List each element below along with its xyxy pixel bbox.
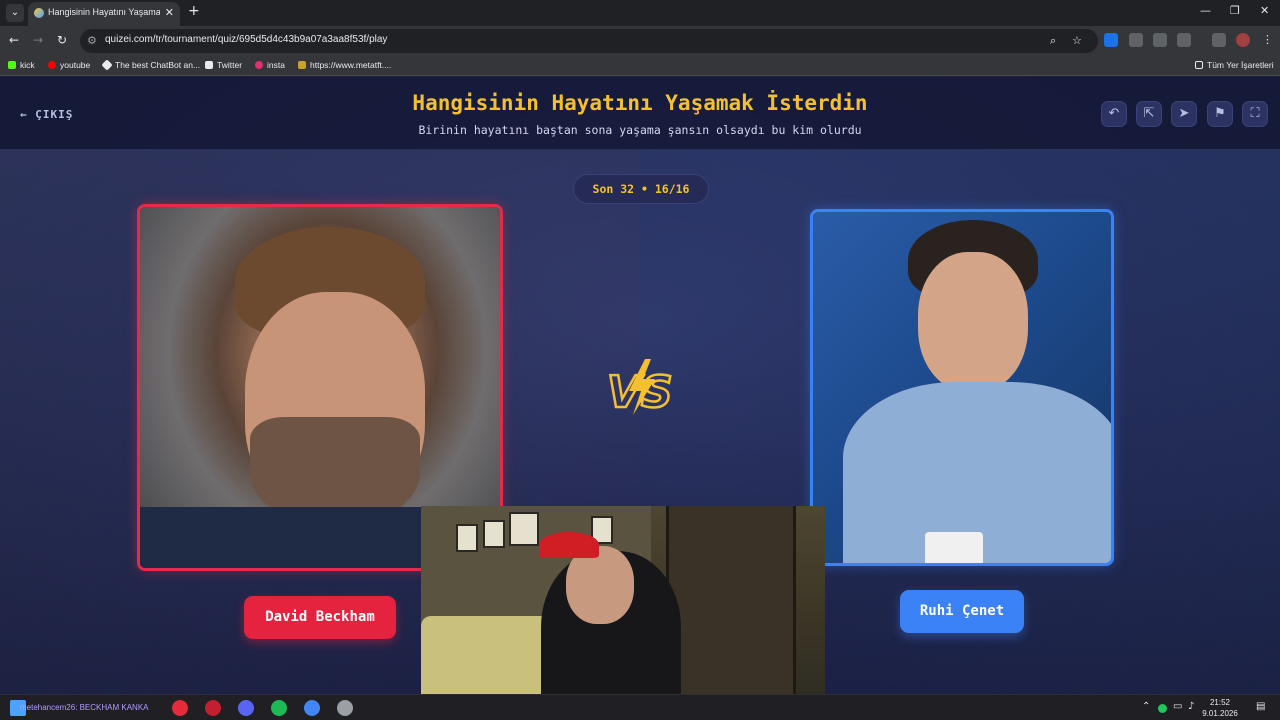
site-info-icon[interactable]: ⚙ <box>87 34 97 47</box>
clock-time: 21:52 <box>1209 698 1231 707</box>
bookmark-item[interactable]: insta <box>255 60 285 70</box>
webcam-overlay <box>421 506 825 720</box>
app-icon[interactable] <box>172 700 188 716</box>
opera-icon[interactable] <box>205 700 221 716</box>
tray-chevron-icon[interactable]: ⌃ <box>1142 701 1150 712</box>
undo-icon: ↶ <box>1108 106 1120 121</box>
os-taskbar: metehancem26: BECKHAM KANKA ⌃ ▭ ♪ 21:52 … <box>0 694 1280 720</box>
browser-tab-active[interactable]: Hangisinin Hayatını Yaşamak İs ✕ <box>28 2 180 26</box>
extension-icon[interactable] <box>1153 33 1167 47</box>
status-dot-icon[interactable] <box>1158 704 1167 713</box>
all-bookmarks[interactable]: Tüm Yer İşaretleri <box>1195 60 1274 70</box>
close-window-button[interactable]: ✕ <box>1260 4 1269 17</box>
bookmarks-bar: kick youtube The best ChatBot an... Twit… <box>0 56 1280 76</box>
zoom-icon[interactable]: ⌕ <box>1050 34 1056 48</box>
contestant-card-right[interactable] <box>810 209 1114 566</box>
undo-button[interactable]: ↶ <box>1101 101 1127 127</box>
volume-icon[interactable]: ♪ <box>1188 701 1194 712</box>
browser-toolbar: ← → ↻ ⚙ quizei.com/tr/tournament/quiz/69… <box>0 26 1280 56</box>
youtube-icon <box>48 61 56 69</box>
minimize-button[interactable]: — <box>1200 4 1211 17</box>
tab-favicon-icon <box>34 8 44 18</box>
maximize-button[interactable]: ❐ <box>1230 4 1240 17</box>
metatft-icon <box>298 61 306 69</box>
contestant-photo-right <box>813 212 1111 563</box>
new-tab-button[interactable]: + <box>188 3 200 19</box>
quiz-header: ← ÇIKIŞ Hangisinin Hayatını Yaşamak İste… <box>0 77 1280 150</box>
tab-list-button[interactable]: ⌄ <box>6 4 24 22</box>
extension-icon[interactable] <box>1129 33 1143 47</box>
kick-icon <box>8 61 16 69</box>
network-icon[interactable]: ▭ <box>1173 701 1182 712</box>
extension-icon[interactable] <box>1104 33 1118 47</box>
profile-avatar-icon[interactable] <box>1236 33 1250 47</box>
address-bar[interactable]: ⚙ quizei.com/tr/tournament/quiz/695d5d4c… <box>80 29 1098 53</box>
page-title: Hangisinin Hayatını Yaşamak İsterdin <box>412 91 868 115</box>
menu-dots-icon[interactable]: ⋮ <box>1262 33 1276 47</box>
share-button[interactable]: ⇱ <box>1136 101 1162 127</box>
back-arrow-icon[interactable]: ← <box>9 33 19 47</box>
notification-icon[interactable]: ▤ <box>1256 701 1265 712</box>
share-icon: ⇱ <box>1143 106 1155 121</box>
system-clock[interactable]: 21:52 9.01.2026 <box>1200 697 1240 719</box>
bookmark-item[interactable]: Twitter <box>205 60 242 70</box>
bookmark-star-icon[interactable]: ☆ <box>1072 34 1082 47</box>
round-indicator: Son 32 • 16/16 <box>573 174 709 204</box>
choose-left-button[interactable]: David Beckham <box>244 596 396 639</box>
vs-icon: VS <box>606 359 674 417</box>
chatbot-icon <box>101 59 113 71</box>
download-icon[interactable] <box>1212 33 1226 47</box>
instagram-icon <box>255 61 263 69</box>
forward-arrow-icon[interactable]: → <box>33 33 43 47</box>
stream-chat-overlay: metehancem26: BECKHAM KANKA <box>20 703 149 712</box>
fullscreen-button[interactable]: ⛶ <box>1242 101 1268 127</box>
choose-right-button[interactable]: Ruhi Çenet <box>900 590 1024 633</box>
twitter-x-icon <box>205 61 213 69</box>
app-icon[interactable] <box>337 700 353 716</box>
reload-icon[interactable]: ↻ <box>57 33 67 47</box>
flag-icon: ⚑ <box>1214 106 1226 121</box>
report-button[interactable]: ⚑ <box>1207 101 1233 127</box>
fullscreen-icon: ⛶ <box>1250 106 1260 121</box>
spotify-icon[interactable] <box>271 700 287 716</box>
send-button[interactable]: ➤ <box>1171 101 1197 127</box>
send-icon: ➤ <box>1178 106 1190 121</box>
bookmark-item[interactable]: The best ChatBot an... <box>101 59 200 71</box>
santa-hat <box>539 532 599 558</box>
browser-tab-bar: ⌄ Hangisinin Hayatını Yaşamak İs ✕ + — ❐… <box>0 0 1280 26</box>
bookmark-item[interactable]: kick <box>8 60 35 70</box>
clock-date: 9.01.2026 <box>1202 709 1238 718</box>
page-subtitle: Birinin hayatını baştan sona yaşama şans… <box>418 123 862 137</box>
extensions-puzzle-icon[interactable] <box>1177 33 1191 47</box>
tab-title: Hangisinin Hayatını Yaşamak İs <box>48 7 160 17</box>
tab-close-icon[interactable]: ✕ <box>165 6 174 19</box>
url-text[interactable]: quizei.com/tr/tournament/quiz/695d5d4c43… <box>105 34 387 45</box>
bookmark-item[interactable]: https://www.metatft.... <box>298 60 391 70</box>
discord-icon[interactable] <box>238 700 254 716</box>
chrome-icon[interactable] <box>304 700 320 716</box>
folder-icon <box>1195 61 1203 69</box>
bookmark-item[interactable]: youtube <box>48 60 90 70</box>
